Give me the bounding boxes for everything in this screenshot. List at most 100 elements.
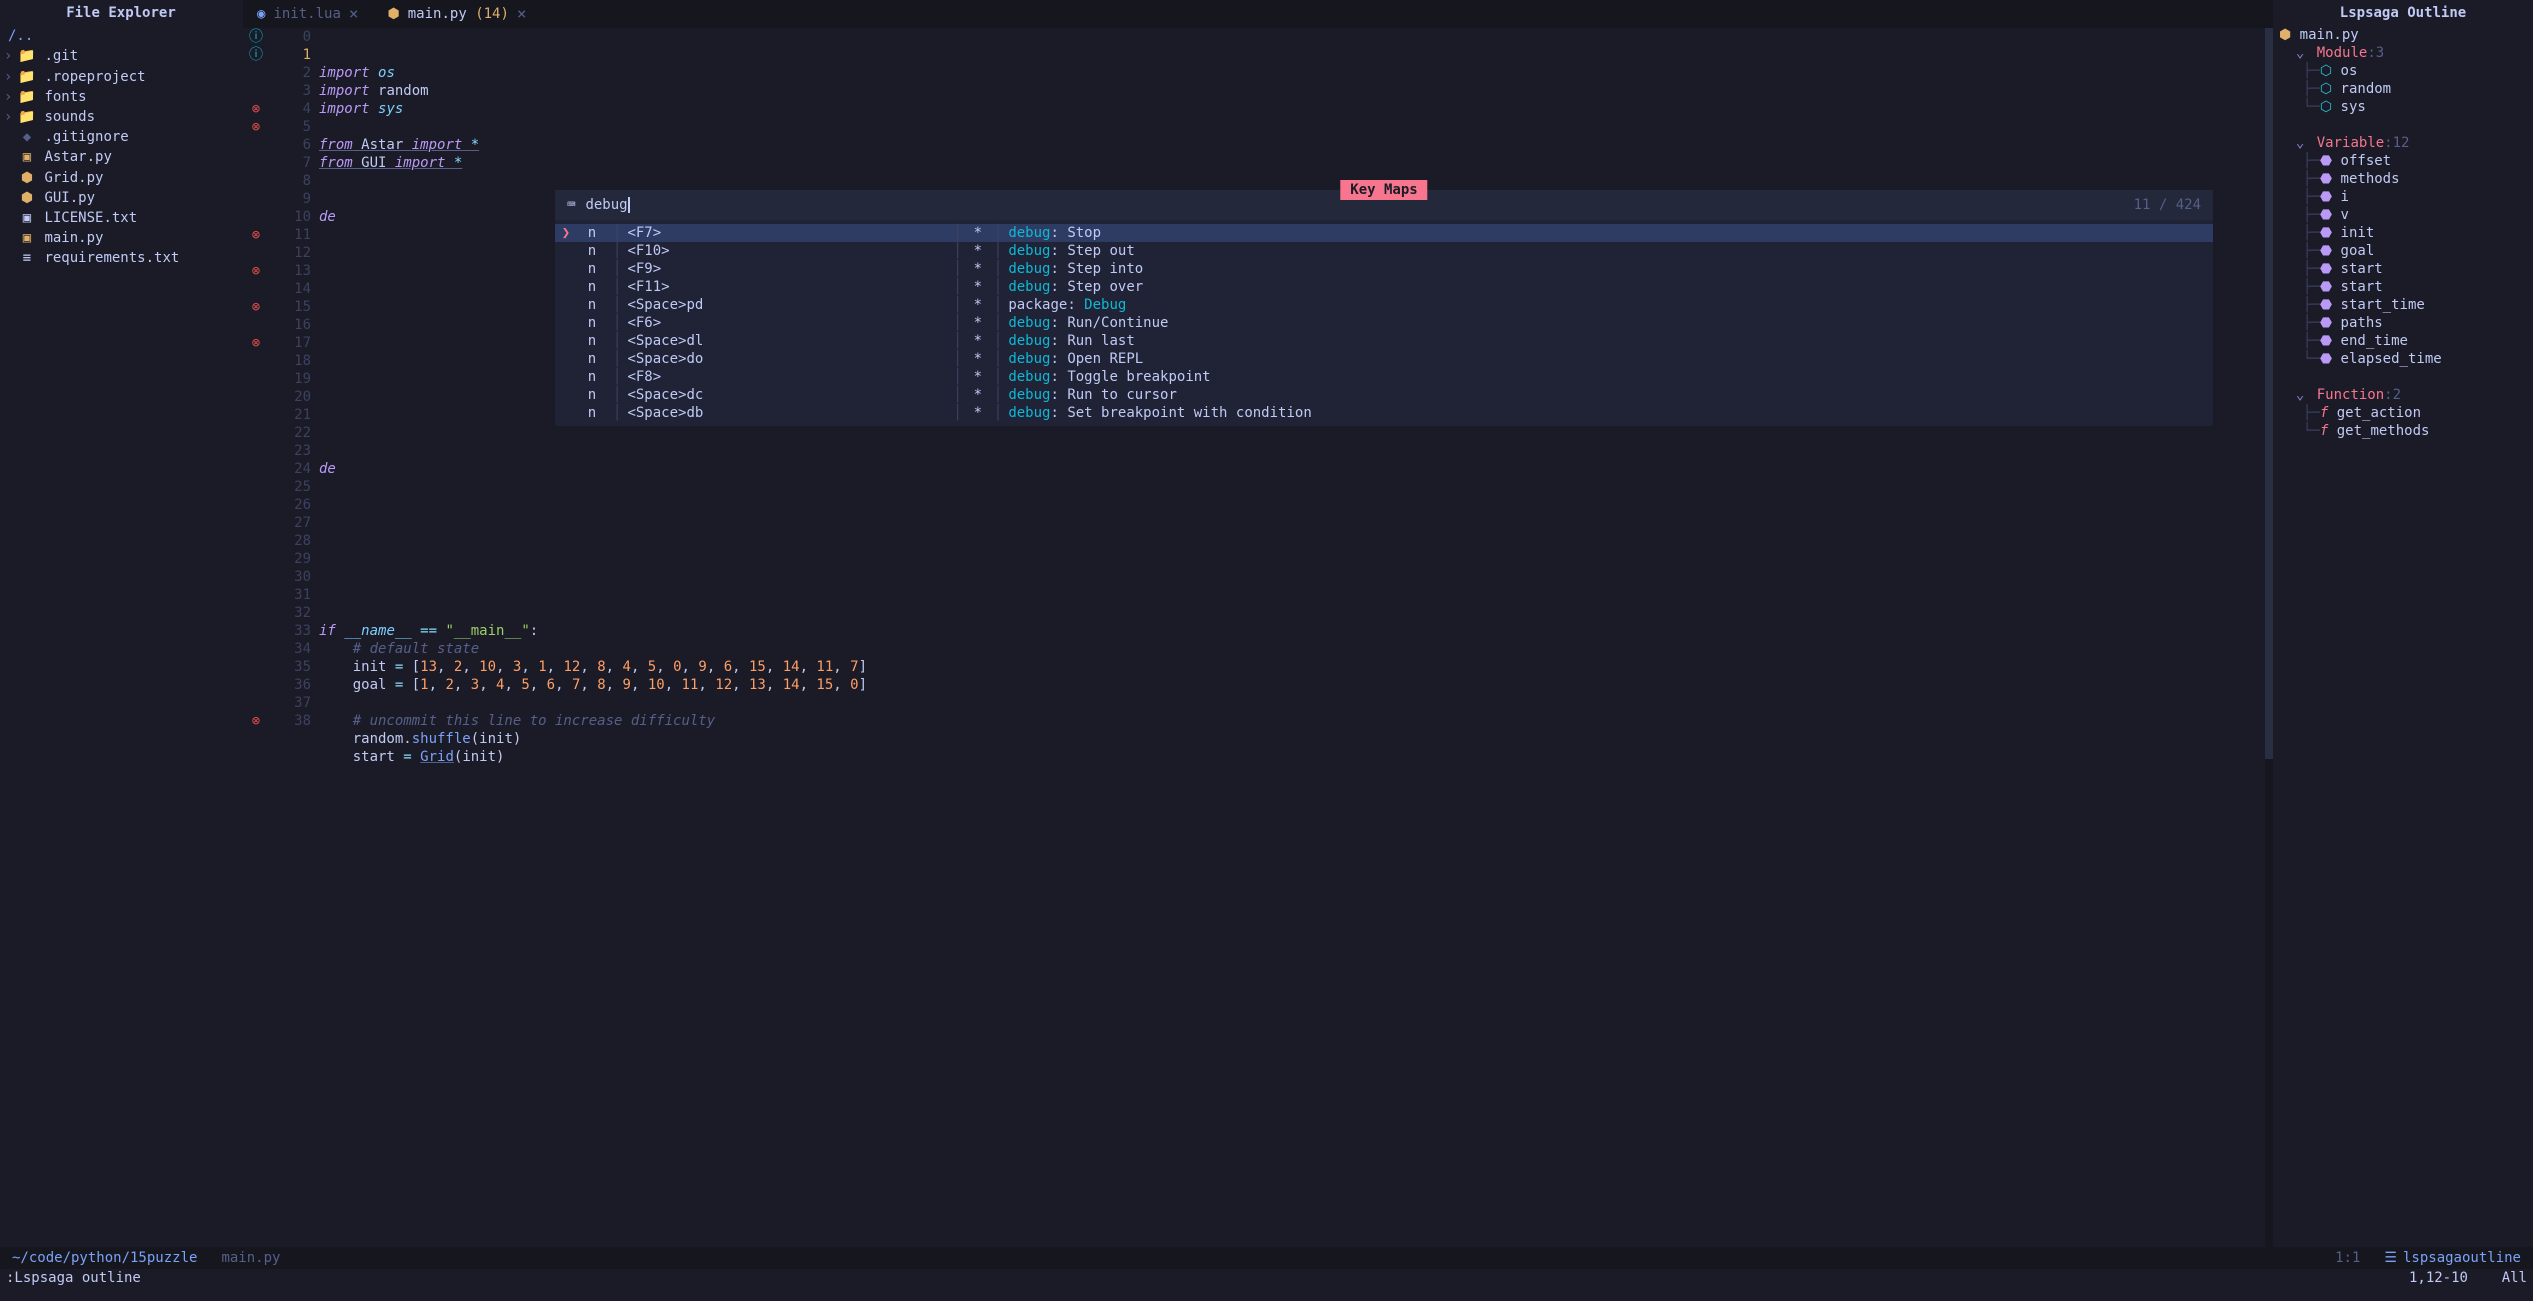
variable-icon: ⬣	[2320, 297, 2332, 313]
variable-icon: ⬣	[2320, 333, 2332, 349]
tree-item-GUI-py[interactable]: ⬢ GUI.py	[4, 188, 238, 208]
variable-icon: ⬣	[2320, 261, 2332, 277]
outline-item[interactable]: ├─⬡ os	[2279, 62, 2527, 80]
lua-icon: ◉	[257, 5, 265, 23]
file-icon: 📁	[18, 88, 36, 106]
outline-item[interactable]: ├─⬣ goal	[2279, 242, 2527, 260]
keymap-result[interactable]: n│<F10>│*│debug: Step out	[555, 242, 2213, 260]
status-position: 1:1	[2323, 1247, 2372, 1269]
keymap-result[interactable]: n│<Space>dl│*│debug: Run last	[555, 332, 2213, 350]
variable-icon: ⬣	[2320, 189, 2332, 205]
keymap-result[interactable]: n│<Space>dc│*│debug: Run to cursor	[555, 386, 2213, 404]
outline-file[interactable]: ⬢ main.py	[2279, 26, 2527, 44]
keyboard-icon: ⌨	[567, 196, 575, 214]
file-icon: 📁	[18, 47, 36, 65]
python-icon: ⬢	[388, 5, 400, 23]
outline-item[interactable]: ├─⬣ v	[2279, 206, 2527, 224]
close-icon[interactable]: ×	[349, 4, 359, 25]
variable-icon: ⬣	[2320, 279, 2332, 295]
keymap-result[interactable]: n│<F8>│*│debug: Toggle breakpoint	[555, 368, 2213, 386]
search-input[interactable]: debug	[585, 196, 629, 214]
tree-item-main-py[interactable]: ▣ main.py	[4, 228, 238, 248]
outline-item[interactable]: ├─⬣ paths	[2279, 314, 2527, 332]
status-cwd: ~/code/python/15puzzle	[0, 1247, 209, 1269]
keymap-result[interactable]: n│<F6>│*│debug: Run/Continue	[555, 314, 2213, 332]
keymap-result[interactable]: n│<Space>db│*│debug: Set breakpoint with…	[555, 404, 2213, 422]
function-icon: f	[2320, 423, 2328, 439]
tree-item-requirements-txt[interactable]: ≡ requirements.txt	[4, 248, 238, 268]
file-icon: ▣	[18, 229, 36, 247]
telescope-results[interactable]: ❯n│<F7>│*│debug: Stop n│<F10>│*│debug: S…	[555, 220, 2213, 426]
keymap-result[interactable]: n│<F11>│*│debug: Step over	[555, 278, 2213, 296]
outline-item[interactable]: ├─f get_action	[2279, 404, 2527, 422]
outline-title: Lspsaga Outline	[2279, 0, 2527, 26]
outline-section-variable[interactable]: ⌄ Variable:12	[2279, 134, 2527, 152]
tab-init-lua[interactable]: ◉ init.lua ×	[243, 0, 374, 28]
file-icon: ▣	[18, 148, 36, 166]
variable-icon: ⬣	[2320, 351, 2332, 367]
file-explorer-title: File Explorer	[0, 0, 242, 26]
list-icon: ☰	[2384, 1250, 2397, 1266]
tree-item-Astar-py[interactable]: ▣ Astar.py	[4, 147, 238, 167]
scrollbar-thumb[interactable]	[2265, 28, 2273, 759]
outline-item[interactable]: ├─⬣ start_time	[2279, 296, 2527, 314]
outline-item[interactable]: ├─⬣ start	[2279, 260, 2527, 278]
outline-section-function[interactable]: ⌄ Function:2	[2279, 386, 2527, 404]
command-line[interactable]: :Lspsaga outline 1,12-10 All	[0, 1269, 2533, 1287]
tree-item-fonts[interactable]: ›📁 fonts	[4, 87, 238, 107]
statusline: ~/code/python/15puzzle main.py 1:1 ☰lsps…	[0, 1247, 2533, 1269]
outline-item[interactable]: ├─⬣ start	[2279, 278, 2527, 296]
keymap-result[interactable]: n│<Space>do│*│debug: Open REPL	[555, 350, 2213, 368]
outline-item[interactable]: └─⬡ sys	[2279, 98, 2527, 116]
file-icon: ⬢	[18, 169, 36, 187]
telescope-keymaps[interactable]: Key Maps ⌨ debug 11 / 424 ❯n│<F7>│*│debu…	[555, 190, 2213, 426]
outline-item[interactable]: ├─⬡ random	[2279, 80, 2527, 98]
file-explorer: File Explorer /.. ›📁 .git›📁 .ropeproject…	[0, 0, 243, 1247]
tree-item--ropeproject[interactable]: ›📁 .ropeproject	[4, 67, 238, 87]
outline-item[interactable]: ├─⬣ init	[2279, 224, 2527, 242]
outline-item[interactable]: ├─⬣ methods	[2279, 170, 2527, 188]
tree-item-LICENSE-txt[interactable]: ▣ LICENSE.txt	[4, 208, 238, 228]
file-icon: ⬢	[18, 189, 36, 207]
line-number-gutter: 0123456789101112131415161718192021222324…	[269, 28, 319, 1247]
variable-icon: ⬣	[2320, 315, 2332, 331]
tree-item--gitignore[interactable]: ◆ .gitignore	[4, 127, 238, 147]
code-buffer[interactable]: ⓘⓘ ⊗⊗ ⊗ ⊗ ⊗ ⊗ ⊗ 012345678910111213141516…	[243, 28, 2273, 1247]
tab-main-py[interactable]: ⬢ main.py (14) ×	[374, 0, 542, 28]
python-icon: ⬢	[2279, 27, 2291, 43]
status-outline: ☰lspsagaoutline	[2372, 1247, 2533, 1269]
status-filename: main.py	[209, 1247, 292, 1269]
file-icon: ≡	[18, 249, 36, 267]
outline-panel: Lspsaga Outline ⬢ main.py ⌄ Module:3├─⬡ …	[2273, 0, 2533, 1247]
variable-icon: ⬣	[2320, 243, 2332, 259]
editor-area: ◉ init.lua × ⬢ main.py (14) × ⓘⓘ ⊗⊗ ⊗ ⊗ …	[243, 0, 2273, 1247]
variable-icon: ⬣	[2320, 225, 2332, 241]
tab-label: main.py (14)	[408, 5, 509, 23]
outline-section-module[interactable]: ⌄ Module:3	[2279, 44, 2527, 62]
outline-item[interactable]: ├─⬣ i	[2279, 188, 2527, 206]
file-icon: ◆	[18, 128, 36, 146]
telescope-title: Key Maps	[1340, 180, 1427, 200]
tree-root[interactable]: /..	[0, 26, 242, 46]
outline-item[interactable]: └─⬣ elapsed_time	[2279, 350, 2527, 368]
tab-bar: ◉ init.lua × ⬢ main.py (14) ×	[243, 0, 2273, 28]
close-icon[interactable]: ×	[517, 4, 527, 25]
keymap-result[interactable]: n│<Space>pd│*│package: Debug	[555, 296, 2213, 314]
tree-item-sounds[interactable]: ›📁 sounds	[4, 107, 238, 127]
file-icon: 📁	[18, 108, 36, 126]
outline-item[interactable]: └─f get_methods	[2279, 422, 2527, 440]
cmdline-text: :Lspsaga outline	[6, 1269, 141, 1287]
outline-item[interactable]: ├─⬣ offset	[2279, 152, 2527, 170]
keymap-result[interactable]: ❯n│<F7>│*│debug: Stop	[555, 224, 2213, 242]
tab-label: init.lua	[273, 5, 340, 23]
keymap-result[interactable]: n│<F9>│*│debug: Step into	[555, 260, 2213, 278]
variable-icon: ⬣	[2320, 171, 2332, 187]
tree-item--git[interactable]: ›📁 .git	[4, 46, 238, 66]
result-count: 11 / 424	[2134, 196, 2201, 214]
module-icon: ⬡	[2320, 81, 2332, 97]
cmdline-ruler: 1,12-10 All	[2409, 1269, 2527, 1287]
tree-item-Grid-py[interactable]: ⬢ Grid.py	[4, 168, 238, 188]
outline-item[interactable]: ├─⬣ end_time	[2279, 332, 2527, 350]
file-icon: 📁	[18, 68, 36, 86]
scrollbar[interactable]	[2265, 28, 2273, 1247]
